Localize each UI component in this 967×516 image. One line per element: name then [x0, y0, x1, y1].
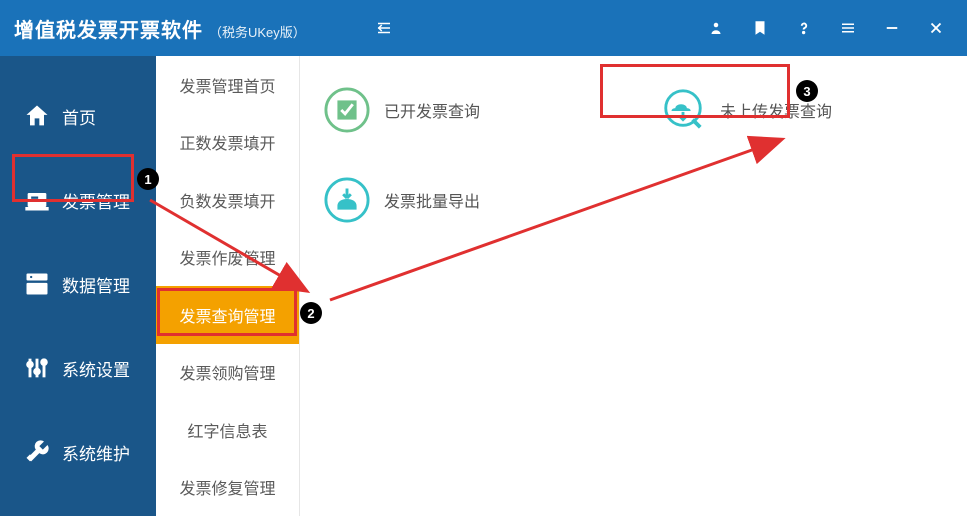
- menu-collapse-icon: [375, 19, 393, 37]
- submenu-item-query[interactable]: 发票查询管理: [156, 286, 299, 344]
- title-bar-left: 增值税发票开票软件 （税务UKey版）: [0, 14, 306, 43]
- submenu: 发票管理首页 正数发票填开 负数发票填开 发票作废管理 发票查询管理 发票领购管…: [156, 56, 300, 516]
- submenu-label: 发票修复管理: [179, 475, 275, 499]
- sidebar-toggle[interactable]: [354, 19, 414, 37]
- menu-icon[interactable]: [839, 19, 857, 37]
- help-icon[interactable]: [795, 19, 813, 37]
- sidebar-item-label: 数据管理: [62, 272, 130, 297]
- submenu-item-positive[interactable]: 正数发票填开: [156, 114, 299, 172]
- home-icon: [22, 101, 52, 131]
- submenu-item-purchase[interactable]: 发票领购管理: [156, 344, 299, 402]
- close-icon[interactable]: [927, 19, 945, 37]
- func-not-uploaded-query[interactable]: 未上传发票查询: [660, 80, 832, 140]
- submenu-item-repair[interactable]: 发票修复管理: [156, 459, 299, 516]
- content-area: 已开发票查询 未上传发票查询 发票批量导出: [300, 56, 967, 516]
- submenu-label: 发票管理首页: [179, 73, 275, 97]
- func-label: 发票批量导出: [384, 188, 480, 212]
- sidebar: 首页 发票管理 数据管理 系统设置: [0, 56, 156, 516]
- user-icon[interactable]: [707, 19, 725, 37]
- func-batch-export[interactable]: 发票批量导出: [324, 170, 480, 230]
- submenu-item-home[interactable]: 发票管理首页: [156, 56, 299, 114]
- sidebar-item-invoice[interactable]: 发票管理: [0, 158, 156, 242]
- title-bar-right: [707, 19, 967, 37]
- sidebar-item-settings[interactable]: 系统设置: [0, 326, 156, 410]
- invoice-icon: [22, 185, 52, 215]
- sidebar-item-label: 系统设置: [62, 356, 130, 381]
- app-body: 首页 发票管理 数据管理 系统设置: [0, 56, 967, 516]
- sidebar-item-label: 系统维护: [62, 440, 130, 465]
- func-issued-query[interactable]: 已开发票查询: [324, 80, 480, 140]
- settings-icon: [22, 353, 52, 383]
- wrench-icon: [22, 437, 52, 467]
- sidebar-item-label: 首页: [62, 104, 96, 129]
- sidebar-item-home[interactable]: 首页: [0, 74, 156, 158]
- cloud-upload-icon: [660, 87, 706, 133]
- func-label: 未上传发票查询: [720, 98, 832, 122]
- export-icon: [324, 177, 370, 223]
- data-icon: [22, 269, 52, 299]
- submenu-label: 发票查询管理: [179, 303, 275, 327]
- submenu-label: 发票领购管理: [179, 360, 275, 384]
- app-subtitle: （税务UKey版）: [209, 22, 306, 41]
- submenu-label: 正数发票填开: [179, 130, 275, 154]
- sidebar-item-maintenance[interactable]: 系统维护: [0, 410, 156, 494]
- sidebar-item-label: 发票管理: [62, 188, 130, 213]
- check-doc-icon: [324, 87, 370, 133]
- bookmark-icon[interactable]: [751, 19, 769, 37]
- title-bar: 增值税发票开票软件 （税务UKey版）: [0, 0, 967, 56]
- submenu-item-redinfo[interactable]: 红字信息表: [156, 401, 299, 459]
- submenu-item-void[interactable]: 发票作废管理: [156, 229, 299, 287]
- app-window: 增值税发票开票软件 （税务UKey版）: [0, 0, 967, 516]
- minimize-icon[interactable]: [883, 19, 901, 37]
- submenu-label: 红字信息表: [187, 418, 267, 442]
- sidebar-item-data[interactable]: 数据管理: [0, 242, 156, 326]
- app-title: 增值税发票开票软件: [14, 14, 203, 43]
- func-label: 已开发票查询: [384, 98, 480, 122]
- submenu-item-negative[interactable]: 负数发票填开: [156, 171, 299, 229]
- submenu-label: 发票作废管理: [179, 245, 275, 269]
- submenu-label: 负数发票填开: [179, 188, 275, 212]
